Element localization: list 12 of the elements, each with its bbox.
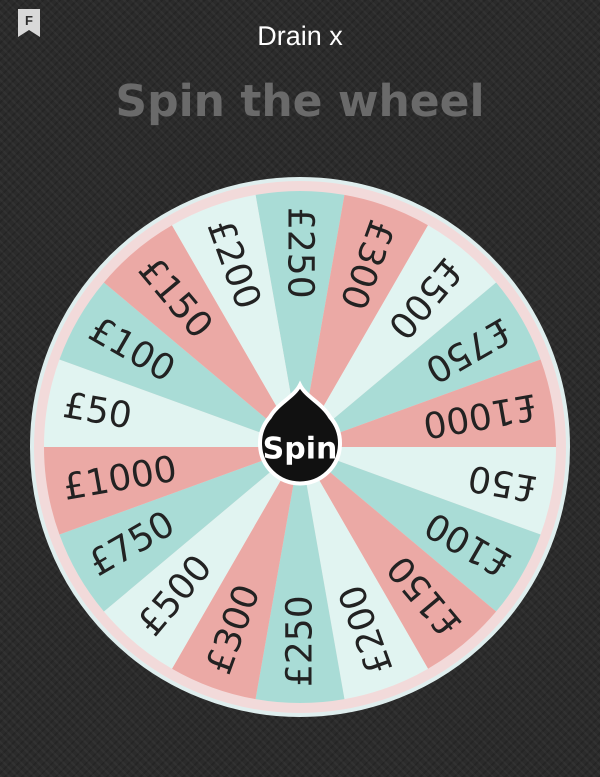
prize-label: £300 [331, 214, 402, 315]
prize-label: £50 [60, 385, 135, 438]
bookmark-badge-icon: F [16, 8, 42, 38]
prize-label: £1000 [420, 385, 540, 446]
prize-label: £300 [198, 579, 269, 680]
prize-label: £250 [280, 207, 320, 299]
page-title: Drain x [257, 20, 343, 52]
spin-button[interactable]: Spin [258, 383, 342, 486]
prize-label: £1000 [60, 448, 180, 509]
prize-label: £250 [280, 595, 320, 687]
heading: Spin the wheel [115, 75, 485, 129]
prize-label: £50 [465, 456, 540, 509]
